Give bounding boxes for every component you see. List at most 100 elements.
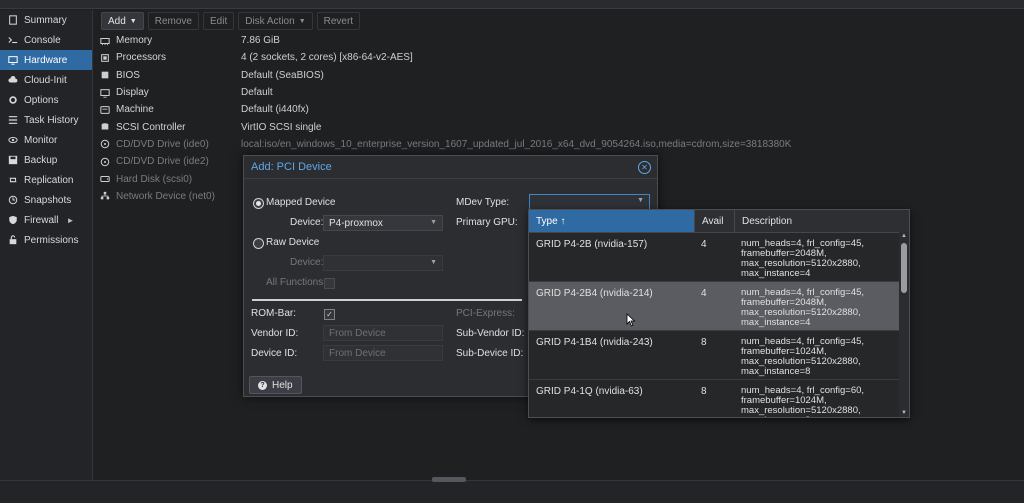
raw-device-label: Raw Device: [266, 237, 320, 248]
dialog-title: Add: PCI Device: [251, 161, 332, 173]
edit-button[interactable]: Edit: [202, 12, 235, 30]
chip-icon: [98, 70, 112, 80]
close-icon[interactable]: ✕: [638, 161, 651, 174]
sidebar-item-hardware[interactable]: Hardware: [0, 50, 92, 70]
mdev-description: num_heads=4, frl_config=60, framebuffer=1…: [734, 380, 897, 418]
mdev-type-row[interactable]: GRID P4-2B (nvidia-157) 4 num_heads=4, frl…: [529, 233, 909, 282]
column-header-type[interactable]: Type ↑: [529, 210, 694, 232]
chevron-down-icon: ▼: [129, 17, 137, 25]
device-label: Device:: [290, 217, 324, 228]
add-button[interactable]: Add ▼: [101, 12, 144, 30]
question-icon: ?: [258, 380, 267, 390]
column-header-avail-label: Avail: [702, 215, 724, 227]
pci-express-label: PCI-Express:: [456, 308, 515, 319]
mdev-avail: 4: [701, 239, 707, 250]
disc-icon: [98, 157, 112, 167]
dropdown-scrollbar[interactable]: ▲ ▼: [899, 232, 909, 417]
advanced-separator: [252, 299, 522, 301]
memory-icon: [98, 36, 112, 46]
hardware-value: Default (SeaBIOS): [241, 69, 324, 81]
scroll-down-icon[interactable]: ▼: [901, 410, 907, 416]
hardware-name: Processors: [116, 52, 167, 64]
help-button[interactable]: ? Help: [249, 376, 302, 394]
all-functions-checkbox[interactable]: [324, 278, 335, 289]
sidebar-item-label: Summary: [24, 14, 67, 26]
hardware-value: Default: [241, 87, 273, 99]
rom-bar-checkbox[interactable]: ✓: [324, 309, 335, 320]
chevron-down-icon: ▼: [430, 259, 437, 266]
raw-device-field-label: Device:: [290, 257, 324, 268]
cloud-icon: [7, 74, 19, 86]
history-icon: [7, 194, 19, 206]
device-id-input[interactable]: From Device: [323, 345, 443, 361]
hardware-name: CD/DVD Drive (ide2): [116, 156, 209, 168]
sidebar-item-label: Backup: [24, 154, 58, 166]
sidebar-item-label: Task History: [24, 114, 79, 126]
disk-action-button[interactable]: Disk Action ▼: [238, 12, 313, 30]
mapped-device-value: P4-proxmox: [329, 217, 383, 229]
save-icon: [7, 154, 19, 166]
device-id-placeholder: From Device: [329, 347, 386, 359]
hardware-row[interactable]: BIOS Default (SeaBIOS): [93, 67, 1024, 84]
mdev-type-label: MDev Type:: [456, 197, 510, 208]
mdev-type-row[interactable]: GRID P4-1Q (nvidia-63) 8 num_heads=4, frl_…: [529, 380, 909, 418]
sidebar-item-options[interactable]: Options: [0, 90, 92, 110]
column-header-description[interactable]: Description: [734, 210, 897, 232]
sidebar-item-permissions[interactable]: Permissions: [0, 230, 92, 250]
mdev-type-select[interactable]: ▼: [529, 194, 650, 210]
resize-handle[interactable]: [432, 477, 466, 482]
hardware-row[interactable]: Machine Default (i440fx): [93, 101, 1024, 118]
sidebar-item-firewall[interactable]: Firewall ►: [0, 210, 92, 230]
hardware-row[interactable]: Memory 7.86 GiB: [93, 32, 1024, 49]
description-line: max_instance=4: [741, 268, 811, 279]
sidebar-item-console[interactable]: Console: [0, 30, 92, 50]
sidebar-item-replication[interactable]: Replication: [0, 170, 92, 190]
mdev-description: num_heads=4, frl_config=45, framebuffer=1…: [734, 331, 897, 379]
check-icon: ✓: [326, 310, 333, 319]
help-button-label: Help: [272, 379, 293, 391]
mapped-device-radio[interactable]: [253, 198, 264, 209]
mdev-description: num_heads=4, frl_config=45, framebuffer=2…: [734, 282, 897, 330]
scroll-thumb[interactable]: [901, 243, 907, 293]
all-functions-label: All Functions:: [266, 277, 327, 288]
column-header-type-label: Type ↑: [536, 215, 566, 227]
sidebar-item-cloud-init[interactable]: Cloud-Init: [0, 70, 92, 90]
monitor-icon: [7, 54, 19, 66]
disk-action-label: Disk Action: [245, 15, 295, 27]
remove-button[interactable]: Remove: [147, 12, 199, 30]
mdev-type-row[interactable]: GRID P4-1B4 (nvidia-243) 8 num_heads=4, fr…: [529, 331, 909, 380]
hardware-row[interactable]: Processors 4 (2 sockets, 2 cores) [x86-64…: [93, 49, 1024, 66]
rom-bar-label: ROM-Bar:: [251, 308, 296, 319]
hardware-row[interactable]: CD/DVD Drive (ide0) local:iso/en_windows_…: [93, 136, 1024, 153]
network-icon: [98, 191, 112, 201]
column-header-avail[interactable]: Avail: [694, 210, 734, 232]
disc-icon: [98, 139, 112, 149]
hardware-name: Hard Disk (scsi0): [116, 173, 193, 185]
hardware-value: Default (i440fx): [241, 104, 309, 116]
mdev-type-dropdown: Type ↑ Avail Description GRID P4-2B (nvi…: [528, 209, 910, 418]
sidebar-item-backup[interactable]: Backup: [0, 150, 92, 170]
book-icon: [7, 14, 19, 26]
sidebar-item-label: Monitor: [24, 134, 58, 146]
sidebar-item-label: Options: [24, 94, 59, 106]
sidebar-item-summary[interactable]: Summary: [0, 10, 92, 30]
sidebar-item-snapshots[interactable]: Snapshots: [0, 190, 92, 210]
raw-device-radio[interactable]: [253, 238, 264, 249]
hardware-name: BIOS: [116, 69, 140, 81]
hardware-row[interactable]: Display Default: [93, 84, 1024, 101]
raw-device-select[interactable]: ▼: [323, 255, 443, 271]
vendor-id-input[interactable]: From Device: [323, 325, 443, 341]
hardware-toolbar: Add ▼ Remove Edit Disk Action ▼ Revert: [93, 10, 1024, 32]
sidebar-item-task-history[interactable]: Task History: [0, 110, 92, 130]
hardware-value: local:iso/en_windows_10_enterprise_versi…: [241, 138, 792, 150]
mapped-device-select[interactable]: P4-proxmox ▼: [323, 215, 443, 231]
sidebar-item-monitor[interactable]: Monitor: [0, 130, 92, 150]
hardware-value: VirtIO SCSI single: [241, 121, 322, 133]
mouse-cursor-icon: [626, 313, 636, 327]
revert-button[interactable]: Revert: [316, 12, 361, 30]
hardware-row[interactable]: SCSI Controller VirtIO SCSI single: [93, 118, 1024, 135]
mdev-description: num_heads=4, frl_config=45, framebuffer=2…: [734, 233, 897, 281]
mdev-type-row[interactable]: GRID P4-2B4 (nvidia-214) 4 num_heads=4, fr…: [529, 282, 909, 331]
scroll-up-icon[interactable]: ▲: [901, 233, 907, 239]
description-line: max_instance=8: [741, 366, 811, 377]
